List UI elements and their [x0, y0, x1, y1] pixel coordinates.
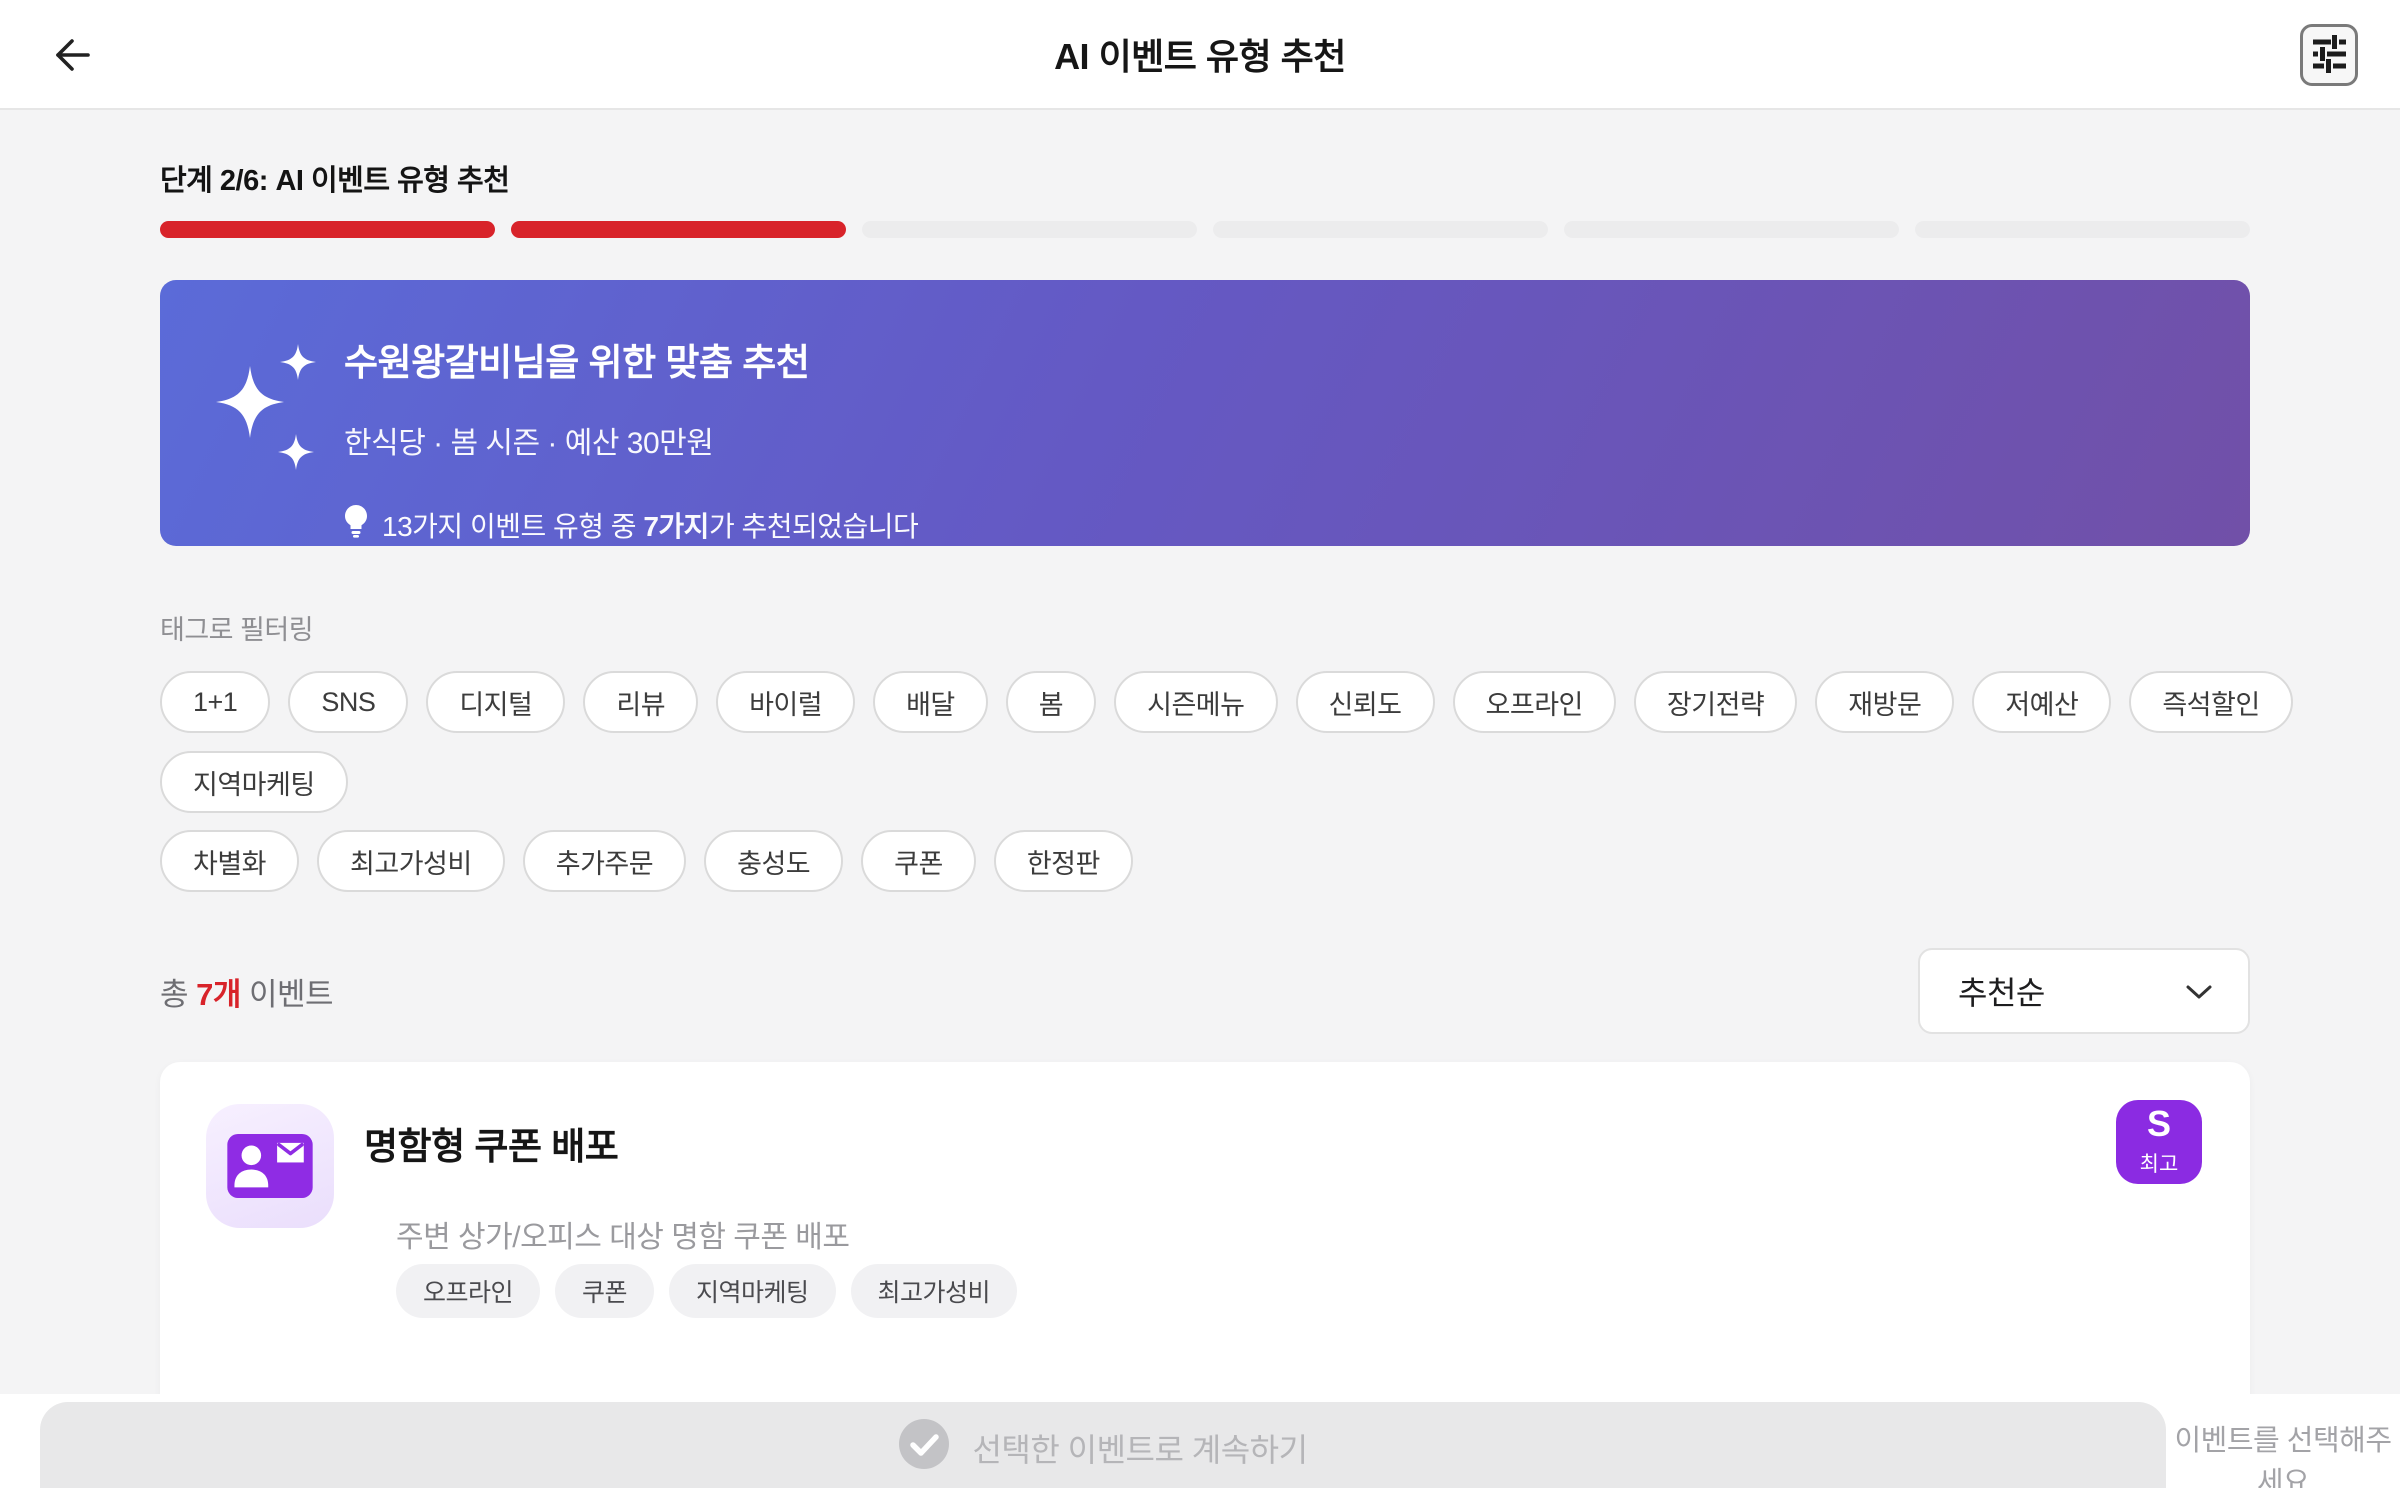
- sparkles-icon: [206, 338, 326, 498]
- banner-info-text: 13가지 이벤트 유형 중 7가지가 추천되었습니다: [382, 510, 919, 542]
- filter-tag-chip[interactable]: 1+1: [160, 671, 271, 733]
- progress-bar: [160, 221, 2250, 238]
- filter-tag-chip[interactable]: 쿠폰: [861, 830, 976, 892]
- event-count-number: 7개: [196, 976, 241, 1012]
- filter-tag-chip[interactable]: 차별화: [160, 830, 300, 892]
- back-arrow-icon: [46, 31, 94, 82]
- filter-tag-chip[interactable]: 지역마케팅: [160, 751, 348, 813]
- progress-segment: [1564, 221, 1899, 238]
- back-button[interactable]: [42, 28, 98, 84]
- contact-card-icon: [206, 1104, 334, 1228]
- tune-sliders-icon: [2309, 33, 2349, 78]
- filter-tag-chip[interactable]: 오프라인: [1452, 671, 1616, 733]
- event-card-tags: 오프라인 쿠폰 지역마케팅 최고가성비: [396, 1264, 1018, 1318]
- chevron-down-icon: [2184, 973, 2214, 1010]
- lightbulb-icon: [344, 504, 368, 545]
- event-card-tag: 쿠폰: [555, 1264, 655, 1318]
- filter-tag-chip[interactable]: 추가주문: [522, 830, 687, 892]
- progress-segment: [1915, 221, 2250, 238]
- bottom-bar: 선택한 이벤트로 계속하기 이벤트를 선택해주세요: [0, 1394, 2400, 1488]
- filter-tag-chip[interactable]: 저예산: [1972, 671, 2112, 733]
- filter-tag-chip[interactable]: 최고가성비: [317, 830, 505, 892]
- continue-button[interactable]: 선택한 이벤트로 계속하기: [40, 1402, 2166, 1488]
- grade-badge: S 최고: [2116, 1100, 2202, 1184]
- header: AI 이벤트 유형 추천: [0, 0, 2400, 110]
- event-card-description: 주변 상가/오피스 대상 명함 쿠폰 배포: [396, 1221, 850, 1254]
- progress-segment: [862, 221, 1197, 238]
- filter-tag-chip[interactable]: 시즌메뉴: [1114, 671, 1278, 733]
- filter-tag-chip[interactable]: SNS: [288, 671, 409, 733]
- event-card-tag: 오프라인: [396, 1264, 541, 1318]
- filter-tag-row-2: 차별화 최고가성비 추가주문 충성도 쿠폰 한정판: [160, 830, 2310, 892]
- select-event-hint: 이벤트를 선택해주세요: [2174, 1425, 2393, 1488]
- filter-tag-chip[interactable]: 장기전략: [1633, 671, 1798, 733]
- sort-selected-value: 추천순: [1958, 975, 2045, 1011]
- filter-tag-chip[interactable]: 재방문: [1815, 671, 1955, 733]
- page-title: AI 이벤트 유형 추천: [1054, 36, 1346, 77]
- filter-tag-chip[interactable]: 리뷰: [583, 671, 699, 733]
- filter-tag-chip[interactable]: 바이럴: [716, 671, 856, 733]
- sort-dropdown[interactable]: 추천순: [1918, 948, 2250, 1034]
- filter-tag-chip[interactable]: 신뢰도: [1295, 671, 1435, 733]
- filter-tag-chip[interactable]: 충성도: [704, 830, 844, 892]
- main-content: 단계 2/6: AI 이벤트 유형 추천 수원왕갈비님을 위한 맞춤 추천 한식…: [0, 112, 2400, 1488]
- filter-tag-chip[interactable]: 디지털: [426, 671, 566, 733]
- step-label: 단계 2/6: AI 이벤트 유형 추천: [160, 165, 510, 197]
- continue-button-label: 선택한 이벤트로 계속하기: [972, 1432, 1308, 1468]
- banner-info: 13가지 이벤트 유형 중 7가지가 추천되었습니다: [344, 504, 919, 545]
- progress-segment: [511, 221, 846, 238]
- grade-label: 최고: [2139, 1153, 2179, 1176]
- event-card-tag: 최고가성비: [850, 1264, 1018, 1318]
- filter-settings-button[interactable]: [2300, 24, 2358, 86]
- count-row: 총 7개 이벤트 추천순: [160, 948, 2250, 1034]
- filter-tag-chip[interactable]: 배달: [873, 671, 988, 733]
- filter-tag-chip[interactable]: 한정판: [993, 830, 1133, 892]
- banner-subtitle: 한식당 · 봄 시즌 · 예산 30만원: [344, 427, 714, 460]
- filter-tag-chip[interactable]: 즉석할인: [2129, 671, 2293, 733]
- recommendation-banner: 수원왕갈비님을 위한 맞춤 추천 한식당 · 봄 시즌 · 예산 30만원 13…: [160, 280, 2250, 546]
- event-card-title: 명함형 쿠폰 배포: [364, 1126, 619, 1167]
- banner-title: 수원왕갈비님을 위한 맞춤 추천: [344, 342, 810, 383]
- filter-label: 태그로 필터링: [160, 615, 314, 645]
- progress-segment: [160, 221, 495, 238]
- grade-letter: S: [2146, 1103, 2171, 1144]
- check-circle-icon: [898, 1418, 950, 1478]
- event-card-tag: 지역마케팅: [669, 1264, 836, 1318]
- event-count: 총 7개 이벤트: [160, 976, 334, 1012]
- filter-tag-chip[interactable]: 봄: [1005, 671, 1097, 733]
- progress-segment: [1213, 221, 1548, 238]
- filter-tag-row-1: 1+1 SNS 디지털 리뷰 바이럴 배달 봄 시즌메뉴 신뢰도 오프라인 장기전략 재방문 저예산 즉석…: [160, 671, 2310, 813]
